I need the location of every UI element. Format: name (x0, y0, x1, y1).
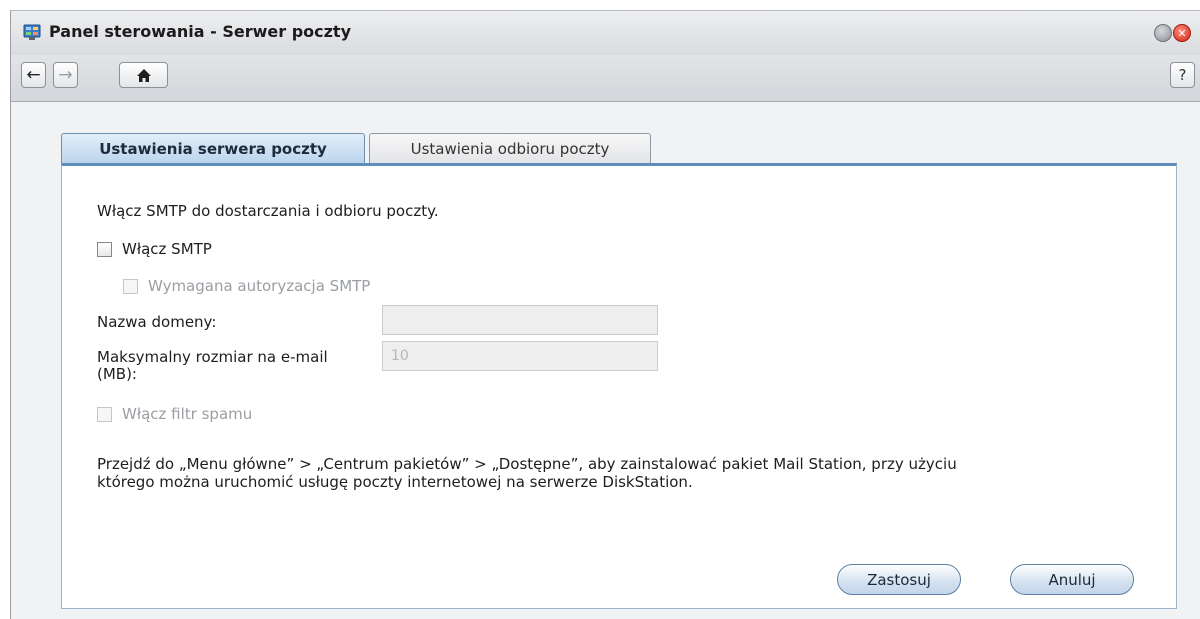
apply-button[interactable]: Zastosuj (837, 564, 961, 595)
close-icon: ✕ (1177, 26, 1187, 40)
max-size-label: Maksymalny rozmiar na e-mail (97, 348, 328, 366)
note-line-1: Przejdź do „Menu główne” > „Centrum paki… (97, 455, 957, 473)
spam-filter-checkbox[interactable] (97, 407, 112, 422)
tab-mail-receive-settings[interactable]: Ustawienia odbioru poczty (369, 133, 651, 163)
max-size-label-unit: (MB): (97, 365, 137, 383)
enable-smtp-label: Włącz SMTP (122, 240, 212, 258)
mail-station-note: Przejdź do „Menu główne” > „Centrum paki… (97, 455, 1137, 491)
help-icon: ? (1178, 66, 1187, 84)
forward-button[interactable]: → (53, 62, 78, 88)
settings-panel: Włącz SMTP do dostarczania i odbioru poc… (61, 163, 1177, 609)
window-title: Panel sterowania - Serwer poczty (49, 22, 352, 41)
title-bar: Panel sterowania - Serwer poczty ✕ (11, 10, 1200, 55)
max-size-input[interactable]: 10 (382, 341, 658, 371)
note-line-2: którego można uruchomić usługę poczty in… (97, 473, 693, 491)
smtp-auth-checkbox[interactable] (123, 279, 138, 294)
back-button[interactable]: ← (21, 62, 46, 88)
tab-mail-server-settings[interactable]: Ustawienia serwera poczty (61, 133, 365, 163)
close-button[interactable]: ✕ (1173, 24, 1191, 42)
intro-text: Włącz SMTP do dostarczania i odbioru poc… (97, 202, 439, 220)
tab-bar: Ustawienia serwera poczty Ustawienia odb… (61, 133, 1177, 163)
arrow-right-icon: → (58, 65, 73, 85)
cancel-button[interactable]: Anuluj (1010, 564, 1134, 595)
domain-name-label: Nazwa domeny: (97, 313, 217, 331)
help-button[interactable]: ? (1170, 62, 1195, 88)
spam-filter-label: Włącz filtr spamu (122, 405, 253, 423)
enable-smtp-checkbox[interactable] (97, 242, 112, 257)
smtp-auth-label: Wymagana autoryzacja SMTP (148, 277, 371, 295)
control-panel-window: Panel sterowania - Serwer poczty ✕ ← → ?… (10, 10, 1200, 619)
arrow-left-icon: ← (26, 65, 41, 85)
domain-name-input[interactable] (382, 305, 658, 335)
toolbar: ← → ? (11, 55, 1200, 102)
home-button[interactable] (119, 62, 168, 88)
minimize-button[interactable] (1154, 24, 1172, 42)
control-panel-icon (23, 24, 41, 40)
home-icon (136, 68, 151, 82)
